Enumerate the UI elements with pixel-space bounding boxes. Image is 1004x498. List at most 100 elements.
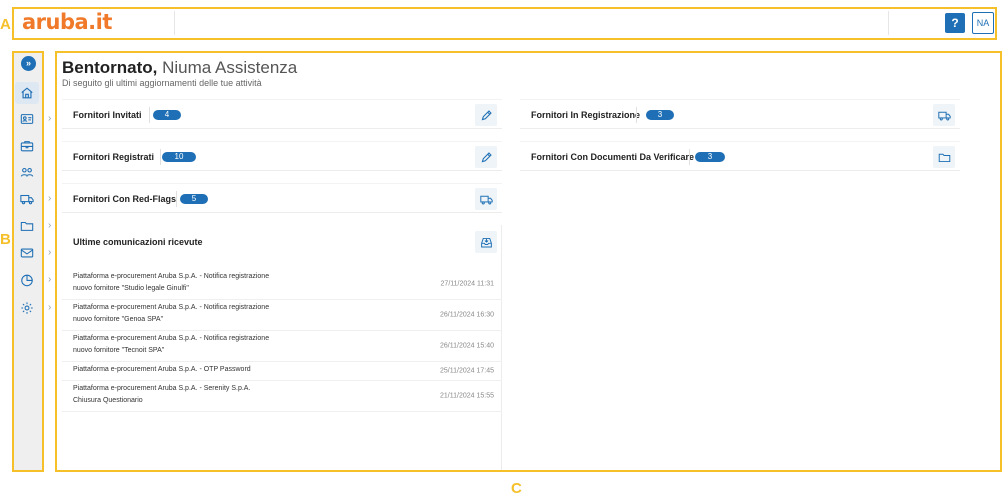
count-badge: 3 xyxy=(695,152,725,162)
chevron-right-icon: › xyxy=(48,302,52,313)
message-line: Chiusura Questionario xyxy=(73,397,143,404)
chevron-right-icon: › xyxy=(48,220,52,231)
sidebar-item-profile[interactable] xyxy=(15,108,39,130)
header-divider xyxy=(888,11,889,35)
user-name: Niuma Assistenza xyxy=(162,58,298,77)
edit-button[interactable] xyxy=(475,146,497,168)
truck-icon xyxy=(479,195,493,204)
chevron-right-icon: › xyxy=(48,113,52,124)
aruba-logo[interactable]: aruba.it xyxy=(22,10,112,34)
sidebar-item-reports[interactable] xyxy=(15,269,39,291)
message-subject: Piattaforma e-procurement Aruba S.p.A. -… xyxy=(73,271,303,295)
header-divider xyxy=(174,11,175,35)
folder-icon xyxy=(20,221,34,231)
list-item[interactable]: Piattaforma e-procurement Aruba S.p.A. -… xyxy=(62,269,502,300)
documents-button[interactable] xyxy=(933,146,955,168)
list-item[interactable]: Piattaforma e-procurement Aruba S.p.A. -… xyxy=(62,331,502,362)
message-line: nuovo fornitore "Genoa SPA" xyxy=(73,316,164,323)
message-subject: Piattaforma e-procurement Aruba S.p.A. -… xyxy=(73,364,303,376)
annotation-label-b: B xyxy=(0,231,11,248)
message-date: 26/11/2024 15:40 xyxy=(440,342,494,350)
message-line: Piattaforma e-procurement Aruba S.p.A. -… xyxy=(73,304,270,311)
inbox-icon xyxy=(480,237,492,247)
card-divider xyxy=(689,149,690,165)
annotation-label-a: A xyxy=(0,16,11,33)
message-subject: Piattaforma e-procurement Aruba S.p.A. -… xyxy=(73,383,303,407)
sidebar-item-home[interactable] xyxy=(15,82,39,104)
suppliers-button[interactable] xyxy=(475,188,497,210)
briefcase-icon xyxy=(20,141,34,152)
folder-icon xyxy=(938,153,950,162)
sidebar-item-users[interactable] xyxy=(15,161,39,183)
help-button[interactable]: ? xyxy=(945,13,965,33)
message-line: nuovo fornitore "Tecnoit SPA" xyxy=(73,347,165,354)
main-content: Bentornato, Niuma Assistenza Di seguito … xyxy=(56,52,1002,472)
message-date: 27/11/2024 11:31 xyxy=(440,280,494,288)
chevron-right-icon: › xyxy=(48,193,52,204)
list-item[interactable]: Piattaforma e-procurement Aruba S.p.A. -… xyxy=(62,381,502,412)
message-date: 25/11/2024 17:45 xyxy=(440,367,494,375)
card-title: Fornitori Con Documenti Da Verificare xyxy=(531,152,695,162)
message-date: 21/11/2024 15:55 xyxy=(440,392,494,400)
card-fornitori-registrati[interactable]: Fornitori Registrati 10 xyxy=(62,141,502,171)
gear-icon xyxy=(21,302,33,314)
list-item[interactable]: Piattaforma e-procurement Aruba S.p.A. -… xyxy=(62,300,502,331)
message-subject: Piattaforma e-procurement Aruba S.p.A. -… xyxy=(73,302,303,326)
card-divider xyxy=(160,149,161,165)
count-badge: 10 xyxy=(162,152,196,162)
sidebar-item-documents[interactable] xyxy=(15,215,39,237)
message-line: Piattaforma e-procurement Aruba S.p.A. -… xyxy=(73,273,270,280)
communications-title: Ultime comunicazioni ricevute xyxy=(73,237,203,247)
sidebar-item-settings[interactable] xyxy=(15,297,39,319)
chart-pie-icon xyxy=(21,274,33,287)
sidebar-item-briefcase[interactable] xyxy=(15,135,39,157)
top-header: aruba.it ? NA xyxy=(12,7,996,38)
expand-sidebar-button[interactable]: » xyxy=(21,56,36,71)
annotation-label-c: C xyxy=(511,480,522,497)
message-line: nuovo fornitore "Studio legale Ginulfi" xyxy=(73,285,189,292)
list-item[interactable]: Piattaforma e-procurement Aruba S.p.A. -… xyxy=(62,362,502,381)
count-badge: 5 xyxy=(180,194,208,204)
chevron-right-icon: › xyxy=(48,247,52,258)
id-card-icon xyxy=(20,114,34,124)
user-avatar-button[interactable]: NA xyxy=(972,12,994,34)
message-line: Piattaforma e-procurement Aruba S.p.A. -… xyxy=(73,385,251,392)
truck-icon xyxy=(937,111,951,120)
card-title: Fornitori Invitati xyxy=(73,110,142,120)
communications-list: Piattaforma e-procurement Aruba S.p.A. -… xyxy=(62,269,502,412)
card-title: Fornitori Con Red-Flags xyxy=(73,194,176,204)
truck-icon xyxy=(20,194,34,205)
message-subject: Piattaforma e-procurement Aruba S.p.A. -… xyxy=(73,333,303,357)
suppliers-button[interactable] xyxy=(933,104,955,126)
page-subtitle: Di seguito gli ultimi aggiornamenti dell… xyxy=(62,78,262,88)
count-badge: 3 xyxy=(646,110,674,120)
message-date: 26/11/2024 16:30 xyxy=(440,311,494,319)
count-badge: 4 xyxy=(153,110,181,120)
welcome-greeting: Bentornato, xyxy=(62,58,158,77)
message-line: Piattaforma e-procurement Aruba S.p.A. -… xyxy=(73,335,270,342)
card-fornitori-red-flags[interactable]: Fornitori Con Red-Flags 5 xyxy=(62,183,502,213)
chevron-right-icon: › xyxy=(48,274,52,285)
inbox-button[interactable] xyxy=(475,231,497,253)
card-title: Fornitori Registrati xyxy=(73,152,155,162)
edit-button[interactable] xyxy=(475,104,497,126)
mail-icon xyxy=(20,248,34,258)
card-fornitori-documenti[interactable]: Fornitori Con Documenti Da Verificare 3 xyxy=(520,141,960,171)
card-fornitori-invitati[interactable]: Fornitori Invitati 4 xyxy=(62,99,502,129)
communications-panel: Ultime comunicazioni ricevute Piattaform… xyxy=(62,225,502,470)
communications-header: Ultime comunicazioni ricevute xyxy=(62,225,502,259)
card-divider xyxy=(176,191,177,207)
home-icon xyxy=(21,87,33,99)
card-divider xyxy=(149,107,150,123)
sidebar-item-suppliers[interactable] xyxy=(15,188,39,210)
pencil-icon xyxy=(481,109,492,120)
message-line: Piattaforma e-procurement Aruba S.p.A. -… xyxy=(73,366,251,373)
sidebar: » › › › › › › xyxy=(12,52,51,470)
page-title: Bentornato, Niuma Assistenza xyxy=(62,58,297,78)
card-title: Fornitori In Registrazione xyxy=(531,110,641,120)
card-fornitori-in-registrazione[interactable]: Fornitori In Registrazione 3 xyxy=(520,99,960,129)
card-divider xyxy=(636,107,637,123)
users-icon xyxy=(20,167,34,177)
sidebar-item-messages[interactable] xyxy=(15,242,39,264)
pencil-icon xyxy=(481,151,492,162)
